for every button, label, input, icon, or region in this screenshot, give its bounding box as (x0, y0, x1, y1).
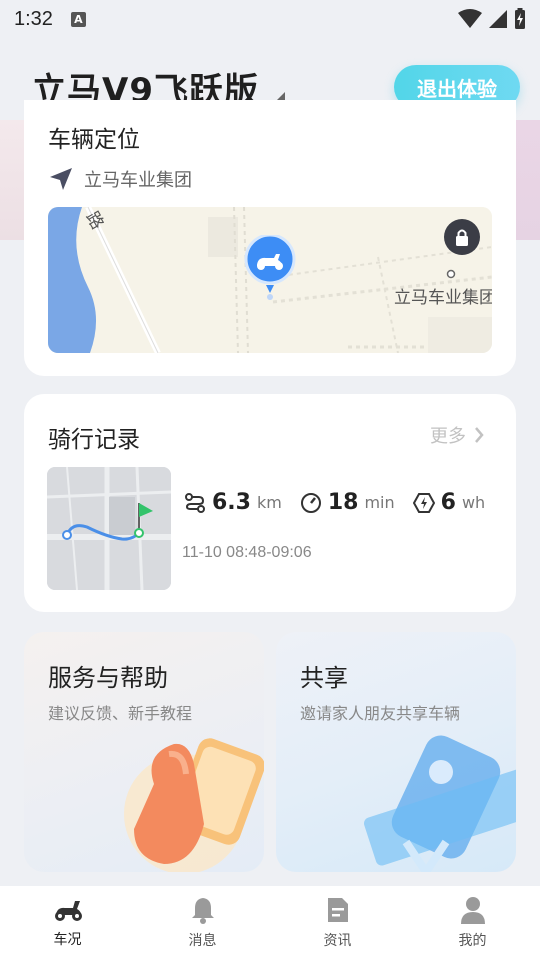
nav-tab-messages[interactable]: 消息 (153, 896, 253, 950)
scooter-pin-icon (244, 233, 296, 300)
chevron-right-icon (475, 427, 484, 443)
lock-icon (456, 229, 468, 246)
status-time: 1:32 (14, 7, 53, 30)
distance-unit: km (256, 493, 282, 512)
energy-stat: 6 wh (412, 490, 486, 515)
share-card[interactable]: 共享 邀请家人朋友共享车辆 (276, 632, 516, 872)
user-icon (460, 897, 485, 924)
vehicle-location-card[interactable]: 车辆定位 立马车业集团 路 立马车业集团 (24, 100, 516, 376)
signal-icon (489, 10, 507, 28)
bell-icon (191, 898, 214, 924)
distance-stat: 6.3 km (184, 490, 282, 515)
route-map-image (47, 467, 171, 590)
nav-label-vehicle: 车况 (53, 932, 82, 948)
share-subtitle: 邀请家人朋友共享车辆 (300, 704, 461, 723)
navigation-arrow-icon (50, 168, 72, 190)
energy-value: 6 (440, 490, 456, 515)
nav-tab-news[interactable]: 资讯 (288, 896, 388, 950)
battery-icon (515, 8, 525, 29)
map-poi-label: 立马车业集团 (394, 288, 492, 308)
service-help-title: 服务与帮助 (48, 664, 168, 692)
location-address: 立马车业集团 (84, 170, 192, 191)
ride-time-range: 11-10 08:48-09:06 (182, 544, 312, 561)
scooter-icon (54, 901, 82, 921)
nav-tab-profile[interactable]: 我的 (423, 896, 523, 950)
location-card-title: 车辆定位 (48, 127, 140, 153)
location-map[interactable]: 路 立马车业集团 (48, 207, 492, 353)
ride-record-card[interactable]: 骑行记录 更多 6.3 km 18 min 6 wh 11-10 08:48-0… (24, 394, 516, 612)
wifi-icon (458, 9, 482, 28)
bottom-navigation: 车况 消息 资讯 我的 (0, 886, 540, 960)
distance-value: 6.3 (212, 490, 251, 515)
document-icon (327, 898, 348, 922)
poi-dot-icon (446, 269, 456, 279)
duration-value: 18 (327, 490, 359, 515)
service-help-card[interactable]: 服务与帮助 建议反馈、新手教程 (24, 632, 264, 872)
route-distance-icon (185, 492, 205, 513)
nav-label-profile: 我的 (458, 933, 487, 949)
location-address-row: 立马车业集团 (48, 166, 192, 192)
duration-unit: min (364, 493, 395, 512)
status-bar: 1:32 A (0, 0, 540, 38)
share-key-illustration (363, 735, 516, 872)
vehicle-location-pin[interactable] (244, 233, 296, 301)
nav-label-messages: 消息 (188, 933, 217, 949)
notification-badge: A (70, 11, 86, 27)
energy-unit: wh (461, 493, 486, 512)
background-wash-right (514, 120, 540, 240)
stopwatch-icon (300, 492, 321, 513)
more-label: 更多 (430, 426, 466, 447)
nav-tab-vehicle[interactable]: 车况 (18, 897, 118, 949)
help-hand-illustration (124, 738, 264, 872)
share-title: 共享 (300, 664, 348, 692)
status-icons (458, 8, 526, 30)
ride-stats: 6.3 km 18 min 6 wh (184, 490, 485, 515)
duration-stat: 18 min (300, 490, 395, 515)
energy-bolt-icon (412, 492, 435, 513)
background-wash-left (0, 120, 26, 240)
nav-label-news: 资讯 (323, 933, 352, 949)
lock-button[interactable] (444, 219, 480, 255)
route-thumbnail[interactable] (47, 467, 171, 590)
more-link[interactable]: 更多 (430, 422, 484, 448)
ride-card-title: 骑行记录 (48, 427, 140, 453)
